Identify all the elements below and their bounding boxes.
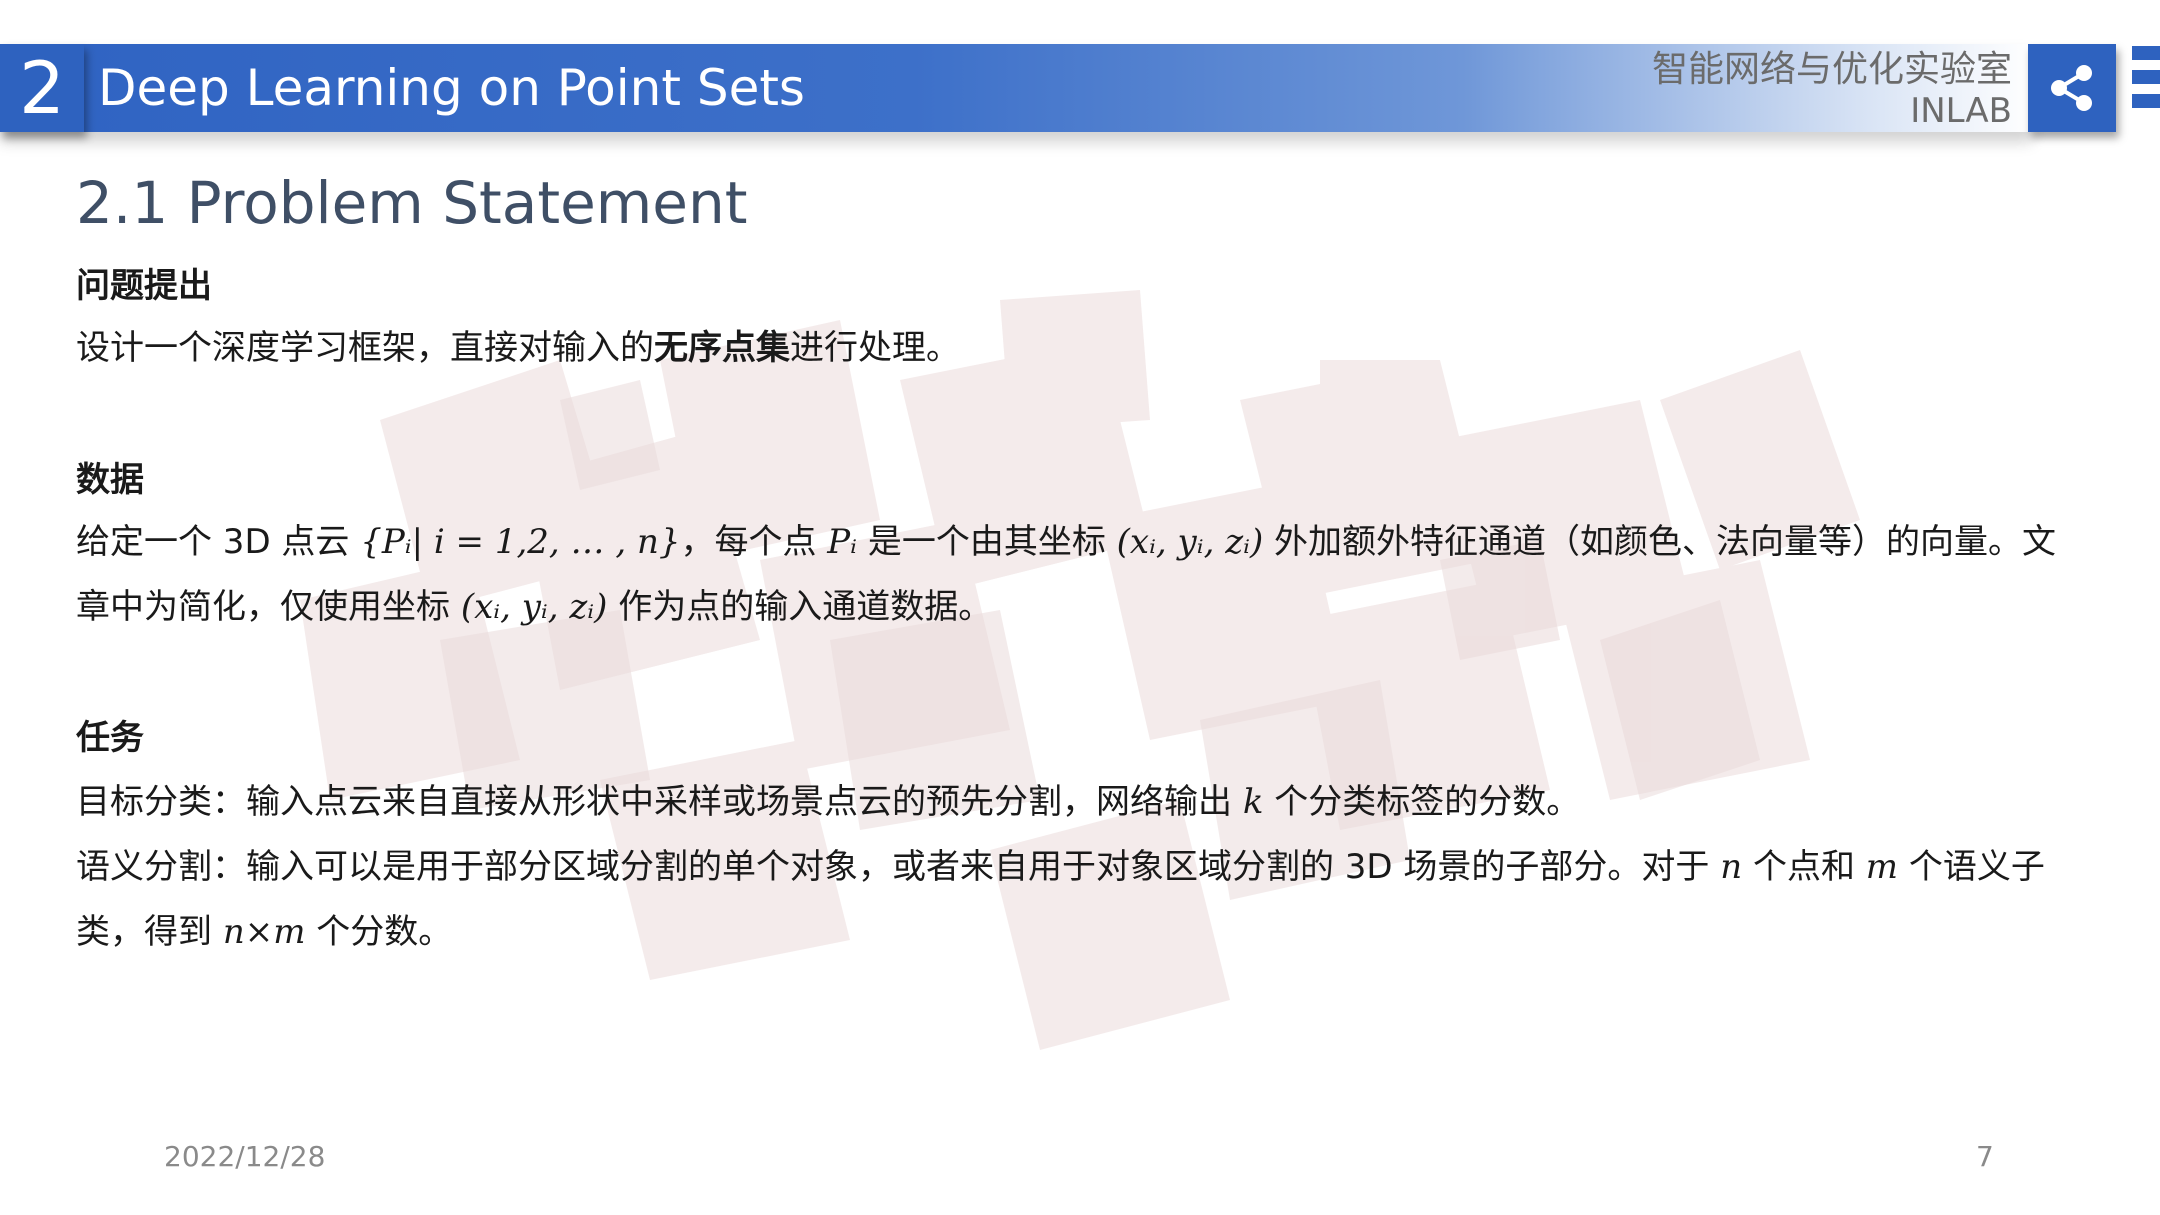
data-text-e: 作为点的输入通道数据。 [607, 587, 993, 627]
header-title: Deep Learning on Point Sets [98, 59, 805, 117]
problem-text: 设计一个深度学习框架，直接对输入的无序点集进行处理。 [76, 316, 2086, 381]
data-text: 给定一个 3D 点云 {Pᵢ| i = 1,2, … , n}，每个点 Pᵢ 是… [76, 510, 2086, 640]
problem-text-after: 进行处理。 [790, 328, 960, 368]
segmentation-text-d: 个分数。 [305, 912, 453, 952]
data-text-a: 给定一个 3D 点云 [76, 522, 361, 562]
task-classification: 目标分类：输入点云来自直接从形状中采样或场景点云的预先分割，网络输出 k 个分类… [76, 770, 2086, 835]
m-variable: m [1865, 847, 1899, 887]
data-title: 数据 [76, 460, 144, 500]
n-variable: n [1720, 847, 1743, 887]
section-number: 2 [0, 44, 84, 132]
coord-formula-1: (xᵢ, yᵢ, zᵢ) [1116, 522, 1264, 562]
task-title: 任务 [76, 718, 144, 758]
data-text-b: ，每个点 [680, 522, 828, 562]
nm-expression: n×m [222, 912, 306, 952]
k-variable: k [1242, 782, 1264, 822]
lab-name: 智能网络与优化实验室 [1651, 49, 2012, 90]
point-formula: Pᵢ [827, 522, 858, 562]
coord-formula-2: (xᵢ, yᵢ, zᵢ) [460, 587, 608, 627]
classification-text-b: 个分类标签的分数。 [1263, 782, 1581, 822]
problem-title: 问题提出 [76, 266, 212, 306]
slide: 2 Deep Learning on Point Sets 智能网络与优化实验室… [0, 0, 2160, 1215]
share-button[interactable] [2028, 44, 2116, 132]
segmentation-text-b: 个点和 [1742, 847, 1866, 887]
problem-text-bold: 无序点集 [654, 328, 790, 368]
share-icon [2051, 65, 2092, 111]
data-text-c: 是一个由其坐标 [857, 522, 1117, 562]
problem-text-before: 设计一个深度学习框架，直接对输入的 [76, 328, 654, 368]
footer-date: 2022/12/28 [164, 1140, 326, 1173]
page-number: 7 [1976, 1140, 1994, 1173]
classification-text-a: 目标分类：输入点云来自直接从形状中采样或场景点云的预先分割，网络输出 [76, 782, 1243, 822]
task-segmentation: 语义分割：输入可以是用于部分区域分割的单个对象，或者来自用于对象区域分割的 3D… [76, 835, 2086, 965]
point-set-formula: {Pᵢ| i = 1,2, … , n} [360, 522, 681, 562]
lab-abbr: INLAB [1910, 91, 2012, 131]
section-heading: 2.1 Problem Statement [76, 169, 748, 237]
segmentation-text-a: 语义分割：输入可以是用于部分区域分割的单个对象，或者来自用于对象区域分割的 3D… [76, 847, 1721, 887]
menu-icon[interactable] [2132, 46, 2160, 132]
